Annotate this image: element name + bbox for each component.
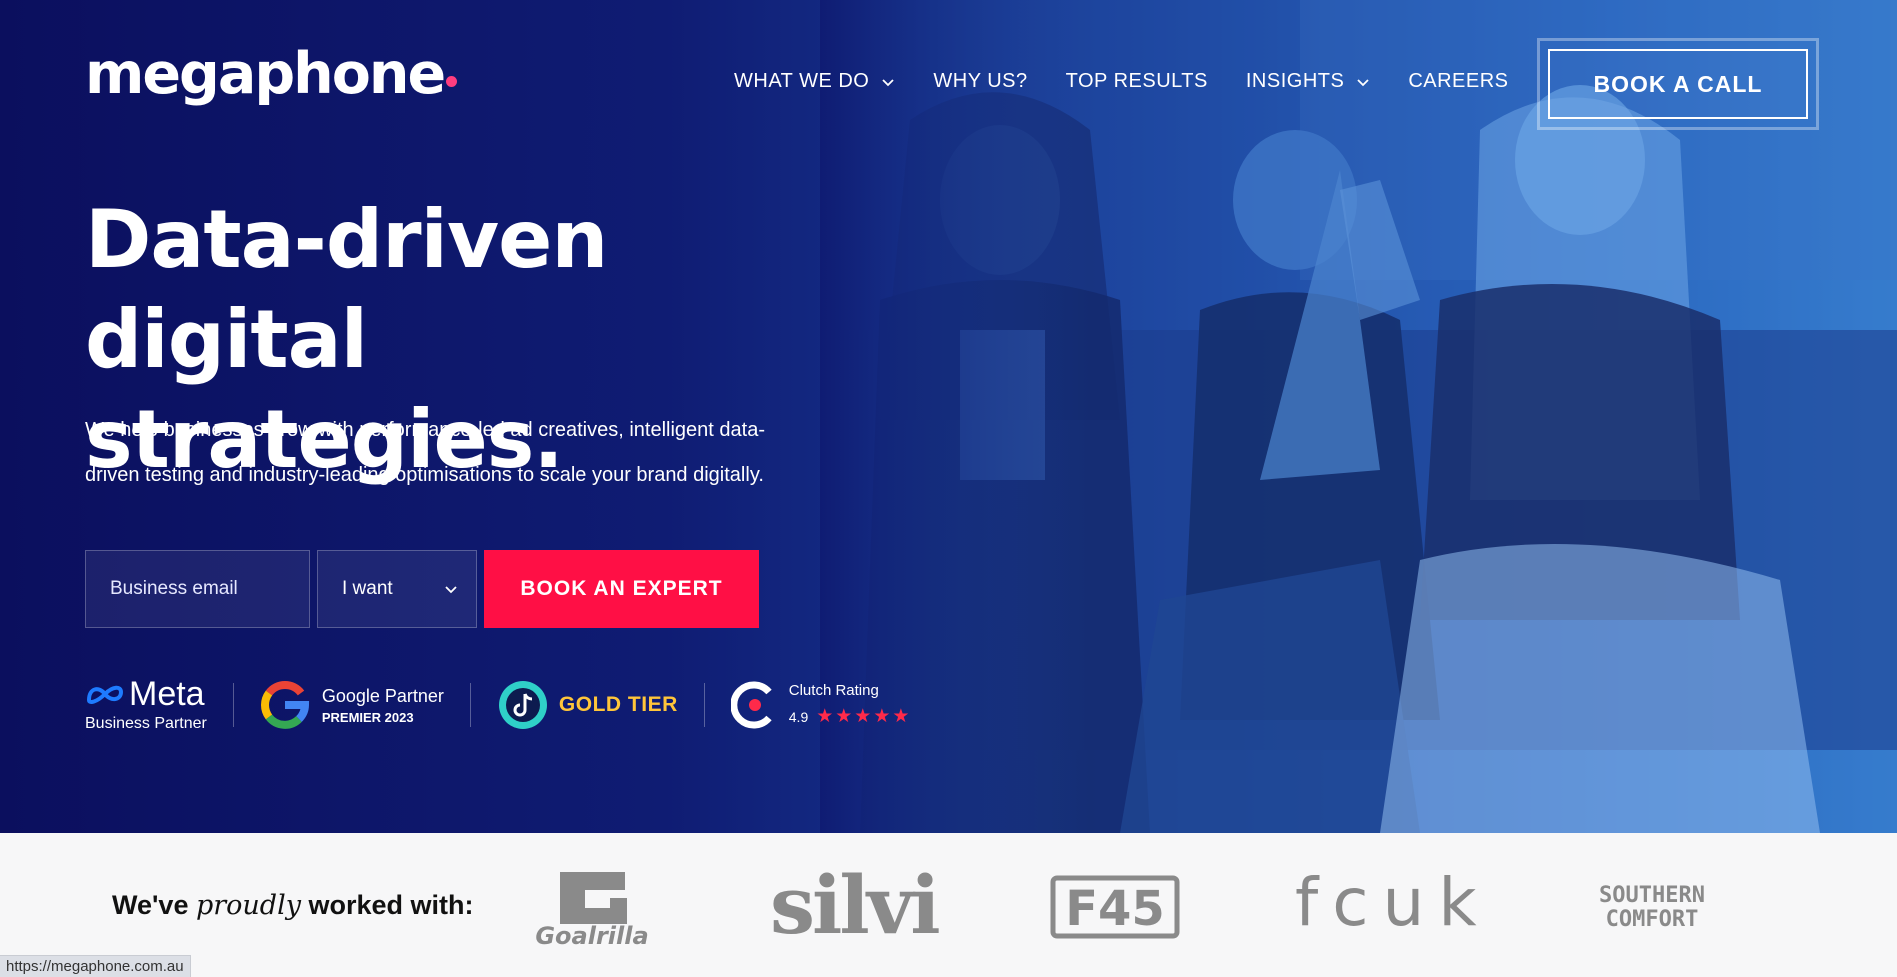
meta-infinity-icon bbox=[86, 685, 124, 704]
business-email-input[interactable] bbox=[85, 550, 310, 628]
clients-label-prefix: We've bbox=[112, 890, 196, 920]
nav-careers[interactable]: CAREERS bbox=[1408, 70, 1508, 93]
nav-label: WHY US? bbox=[933, 70, 1028, 92]
southern-comfort-text: SOUTHERN COMFORT bbox=[1599, 883, 1705, 932]
google-g-icon bbox=[260, 681, 309, 729]
clients-label: We've proudly worked with: bbox=[112, 890, 474, 921]
nav-label: CAREERS bbox=[1408, 70, 1509, 92]
subtext-line-1: We help businesses grow with performance… bbox=[85, 419, 765, 441]
tiktok-badge-icon bbox=[498, 681, 547, 729]
clutch-rating-value: 4.9 bbox=[788, 708, 809, 725]
partner-badges: Meta Business Partner Google Partner PRE… bbox=[85, 670, 911, 740]
silvi-logo: silvi bbox=[770, 858, 941, 952]
meta-word: Meta bbox=[129, 675, 205, 713]
hero-section: megaphone WHAT WE DO WHY US? TOP RESULTS… bbox=[0, 0, 1897, 833]
nav-label: TOP RESULTS bbox=[1065, 70, 1208, 92]
headline-line-1: Data-driven digital bbox=[85, 193, 608, 386]
subtext-line-2: driven testing and industry-leading opti… bbox=[85, 464, 764, 486]
f45-text: F45 bbox=[1065, 881, 1165, 937]
southern-comfort-logo: SOUTHERN COMFORT bbox=[1592, 884, 1712, 932]
nav-why-us[interactable]: WHY US? bbox=[933, 70, 1027, 93]
chevron-down-icon bbox=[882, 78, 895, 86]
logo-dot bbox=[446, 76, 458, 87]
f45-logo: F45 bbox=[1050, 875, 1180, 939]
select-value: I want bbox=[342, 578, 393, 599]
chevron-down-icon bbox=[1357, 78, 1369, 86]
meta-badge: Meta Business Partner bbox=[85, 677, 207, 733]
google-premier-label: PREMIER 2023 bbox=[321, 709, 414, 725]
megaphone-logo[interactable]: megaphone bbox=[85, 46, 458, 103]
tiktok-gold-badge: GOLD TIER bbox=[497, 679, 678, 731]
nav-insights[interactable]: INSIGHTS bbox=[1246, 70, 1370, 93]
goalrilla-logo: Goalrilla bbox=[515, 868, 670, 950]
book-call-frame: BOOK A CALL bbox=[1537, 38, 1819, 130]
status-bar-url: https://megaphone.com.au bbox=[0, 955, 191, 977]
goalrilla-text: Goalrilla bbox=[535, 922, 648, 948]
nav-what-we-do[interactable]: WHAT WE DO bbox=[734, 70, 895, 93]
clients-label-emph: proudly bbox=[195, 890, 301, 921]
meta-sub: Business Partner bbox=[85, 715, 207, 732]
divider bbox=[469, 683, 471, 727]
book-an-expert-button[interactable]: BOOK AN EXPERT bbox=[484, 550, 759, 628]
i-want-select[interactable]: I want bbox=[317, 550, 477, 628]
nav-label: WHAT WE DO bbox=[734, 70, 870, 92]
divider bbox=[232, 683, 234, 727]
google-partner-badge: Google Partner PREMIER 2023 bbox=[260, 680, 444, 730]
clutch-rating-label: Clutch Rating bbox=[788, 682, 879, 699]
hero-subtext: We help businesses grow with performance… bbox=[85, 408, 845, 498]
nav-top-results[interactable]: TOP RESULTS bbox=[1066, 70, 1208, 93]
fcuk-logo: fcuk bbox=[1295, 864, 1491, 941]
main-nav: WHAT WE DO WHY US? TOP RESULTS INSIGHTS … bbox=[734, 70, 1547, 93]
logo-text: megaphone bbox=[85, 41, 446, 107]
clients-label-suffix: worked with: bbox=[300, 890, 474, 920]
book-a-call-button[interactable]: BOOK A CALL bbox=[1548, 49, 1808, 119]
clutch-logo-icon bbox=[730, 681, 772, 729]
rating-stars: ★★★★★ bbox=[816, 706, 912, 727]
google-partner-label: Google Partner bbox=[321, 685, 444, 706]
gold-tier-label: GOLD TIER bbox=[558, 693, 678, 716]
clutch-badge: Clutch Rating 4.9 ★★★★★ bbox=[730, 680, 912, 730]
chevron-down-icon bbox=[445, 586, 457, 594]
lead-form: I want BOOK AN EXPERT bbox=[85, 550, 759, 628]
nav-label: INSIGHTS bbox=[1245, 70, 1345, 92]
divider bbox=[703, 683, 705, 727]
